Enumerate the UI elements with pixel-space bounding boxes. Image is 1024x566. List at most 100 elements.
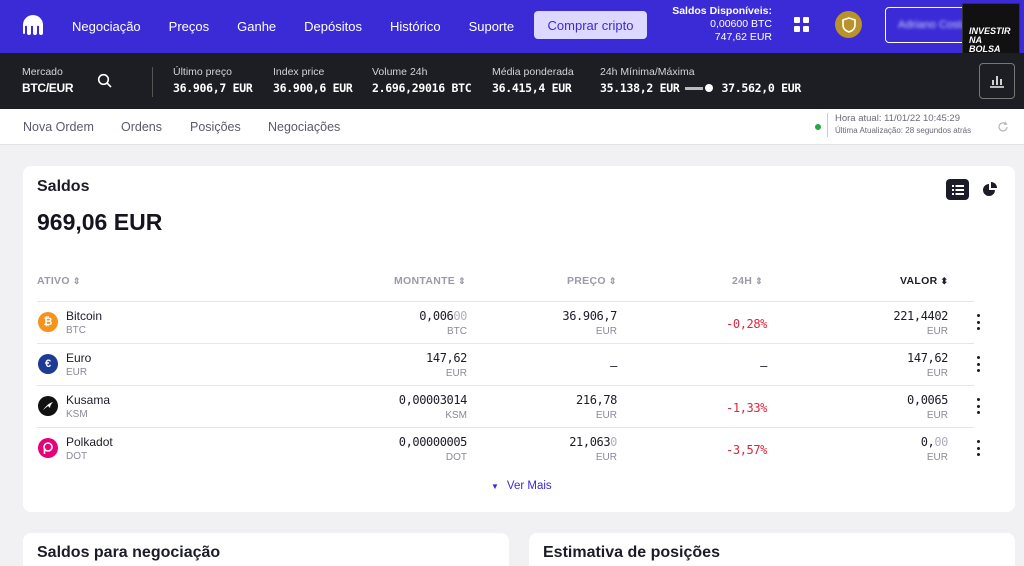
kraken-logo-icon[interactable] bbox=[20, 13, 46, 39]
tab-positions[interactable]: Posições bbox=[190, 120, 241, 134]
amount-unit: KSM bbox=[445, 410, 467, 421]
tab-orders[interactable]: Ordens bbox=[121, 120, 162, 134]
amount-main: 0,006 bbox=[419, 309, 454, 323]
value-amount: 0,00 bbox=[921, 435, 949, 449]
price-value: 36.906,7 bbox=[562, 309, 617, 323]
volume-label: Volume 24h bbox=[372, 66, 428, 78]
chart-toggle-button[interactable] bbox=[979, 63, 1015, 99]
range-slider-track bbox=[685, 86, 704, 90]
asset-symbol: DOT bbox=[66, 451, 88, 462]
value-amount: 0,0065 bbox=[907, 393, 948, 407]
promo-overlay: INVESTIR NA BOLSA bbox=[962, 3, 1020, 59]
trading-balances-card: Saldos para negociação bbox=[23, 533, 509, 566]
shield-icon[interactable] bbox=[835, 11, 862, 38]
asset-symbol: BTC bbox=[66, 325, 86, 336]
price-value: 216,78 bbox=[576, 393, 617, 407]
kusama-icon bbox=[38, 396, 58, 416]
range-slider-dot bbox=[705, 84, 714, 92]
apps-grid-icon[interactable] bbox=[794, 17, 809, 32]
amount-trailing: 00 bbox=[453, 309, 467, 323]
header-24h-label: 24H bbox=[732, 275, 753, 287]
index-price-value: 36.900,6 EUR bbox=[273, 81, 353, 95]
more-options-icon[interactable] bbox=[975, 440, 981, 456]
index-price-label: Index price bbox=[273, 66, 325, 78]
bar-chart-icon bbox=[990, 76, 1004, 88]
balances-label: Saldos Disponíveis: bbox=[672, 5, 772, 17]
see-more-link[interactable]: ▼ Ver Mais bbox=[491, 480, 552, 492]
market-ticker: Mercado BTC/EUR Último preço 36.906,7 EU… bbox=[0, 53, 1024, 109]
promo-line-2: NA BOLSA bbox=[969, 35, 1001, 54]
nav-link-earn[interactable]: Ganhe bbox=[237, 19, 276, 34]
balance-btc: 0,00600 BTC bbox=[710, 18, 772, 30]
positions-estimate-card: Estimativa de posições bbox=[529, 533, 1015, 566]
vwap-stat: Média ponderada 36.415,4 EUR bbox=[492, 66, 574, 95]
change-24h: — bbox=[760, 359, 767, 373]
index-price-stat: Index price 36.900,6 EUR bbox=[273, 66, 353, 95]
asset-name: Bitcoin bbox=[66, 309, 103, 323]
value-amount: 147,62 bbox=[907, 351, 948, 365]
pie-chart-icon bbox=[982, 181, 997, 196]
nav-link-history[interactable]: Histórico bbox=[390, 19, 441, 34]
connection-status-dot bbox=[815, 124, 821, 130]
amount-value: 0,00000005 bbox=[398, 435, 468, 449]
bitcoin-icon: ₿ bbox=[38, 312, 58, 332]
header-amount[interactable]: MONTANTE ⇕ bbox=[394, 275, 466, 287]
refresh-icon[interactable] bbox=[997, 121, 1009, 133]
value-amount: 221,4402 bbox=[893, 309, 948, 323]
table-row[interactable]: Kusama KSM 0,00003014 KSM 216,78 EUR -1,… bbox=[23, 386, 1015, 428]
nav-link-deposits[interactable]: Depósitos bbox=[304, 19, 362, 34]
nav-link-support[interactable]: Suporte bbox=[469, 19, 515, 34]
amount-value: 0,00600 bbox=[419, 309, 467, 323]
header-price[interactable]: PREÇO ⇕ bbox=[567, 275, 617, 287]
ticker-divider bbox=[152, 67, 153, 97]
table-row[interactable]: ₿ Bitcoin BTC 0,00600 BTC 36.906,7 EUR -… bbox=[23, 302, 1015, 344]
header-asset-label: ATIVO bbox=[37, 275, 70, 287]
table-row[interactable]: Polkadot DOT 0,00000005 DOT 21,0630 EUR … bbox=[23, 428, 1015, 470]
change-24h: -0,28% bbox=[726, 317, 767, 331]
header-value[interactable]: VALOR ⬍ bbox=[900, 275, 948, 287]
table-row[interactable]: € Euro EUR 147,62 EUR — — 147,62 EUR bbox=[23, 344, 1015, 386]
current-time: Hora atual: 11/01/22 10:45:29 bbox=[835, 113, 961, 124]
balances-card: Saldos 969,06 EUR ATIVO ⇕ MONTANTE ⇕ PREÇO… bbox=[23, 166, 1015, 512]
range-label: 24h Mínima/Máxima bbox=[600, 66, 695, 78]
price-trailing: 0 bbox=[610, 435, 617, 449]
header-asset[interactable]: ATIVO ⇕ bbox=[37, 275, 81, 287]
nav-link-trading[interactable]: Negociação bbox=[72, 19, 141, 34]
buy-crypto-button[interactable]: Comprar cripto bbox=[534, 11, 647, 39]
market-selector[interactable]: Mercado BTC/EUR bbox=[22, 66, 74, 95]
value-unit: EUR bbox=[926, 368, 948, 379]
value-unit: EUR bbox=[926, 326, 948, 337]
sort-desc-icon: ⬍ bbox=[940, 276, 949, 286]
range-stat: 24h Mínima/Máxima 35.138,2 EUR 37.562,0 … bbox=[600, 66, 801, 95]
range-min: 35.138,2 EUR bbox=[600, 81, 680, 95]
available-balances: Saldos Disponíveis: 0,00600 BTC 747,62 E… bbox=[660, 5, 772, 44]
euro-icon: € bbox=[38, 354, 58, 374]
value-trailing: 00 bbox=[934, 435, 948, 449]
price-unit: EUR bbox=[595, 452, 617, 463]
header-24h[interactable]: 24H ⇕ bbox=[732, 275, 763, 287]
price-unit: EUR bbox=[595, 410, 617, 421]
amount-value: 147,62 bbox=[426, 351, 467, 365]
user-name: Adriano Costa bbox=[898, 19, 968, 31]
see-more-label: Ver Mais bbox=[506, 480, 552, 492]
search-icon[interactable] bbox=[97, 73, 113, 89]
change-24h: -3,57% bbox=[726, 443, 767, 457]
balances-title: Saldos bbox=[37, 178, 90, 195]
sort-icon: ⇕ bbox=[458, 276, 466, 286]
more-options-icon[interactable] bbox=[975, 314, 981, 330]
amount-value: 0,00003014 bbox=[398, 393, 468, 407]
range-values: 35.138,2 EUR 37.562,0 EUR bbox=[600, 81, 801, 95]
nav-link-prices[interactable]: Preços bbox=[169, 19, 209, 34]
pie-view-button[interactable] bbox=[978, 179, 1001, 200]
price-unit: EUR bbox=[595, 326, 617, 337]
vwap-label: Média ponderada bbox=[492, 66, 574, 78]
balance-eur: 747,62 EUR bbox=[714, 31, 772, 43]
tab-trades[interactable]: Negociações bbox=[268, 120, 340, 134]
header-amount-label: MONTANTE bbox=[394, 275, 456, 287]
more-options-icon[interactable] bbox=[975, 398, 981, 414]
asset-name: Euro bbox=[66, 351, 92, 365]
more-options-icon[interactable] bbox=[975, 356, 981, 372]
tab-new-order[interactable]: Nova Ordem bbox=[23, 120, 94, 134]
list-view-button[interactable] bbox=[946, 179, 969, 200]
asset-name: Polkadot bbox=[66, 435, 113, 449]
